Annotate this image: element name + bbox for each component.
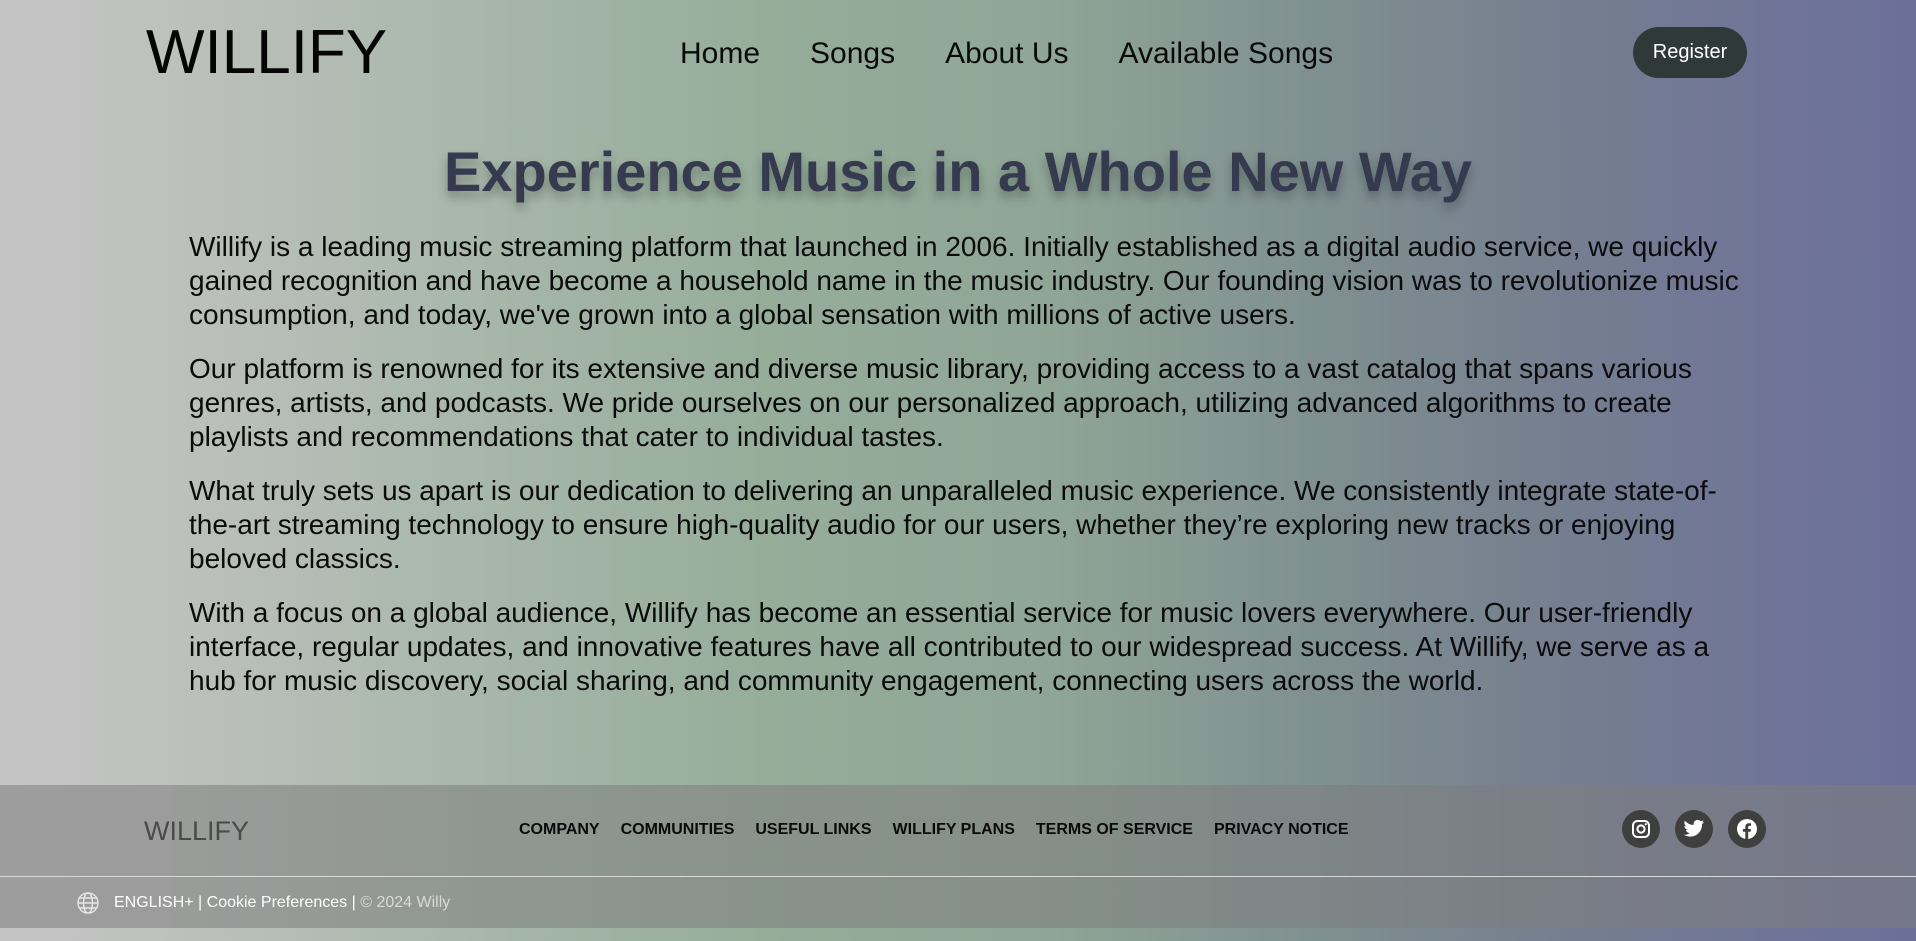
globe-icon[interactable] (76, 891, 100, 915)
paragraph-experience: What truly sets us apart is our dedicati… (189, 475, 1717, 574)
instagram-icon (1632, 820, 1650, 838)
site-logo[interactable]: WILLIFY (146, 18, 387, 88)
about-content: Willify is a leading music streaming pla… (189, 230, 1749, 718)
footer-logo[interactable]: WILLIFY (144, 815, 249, 847)
page-title: Experience Music in a Whole New Way (444, 140, 1472, 203)
cookie-preferences-link[interactable]: Cookie Preferences (207, 894, 348, 911)
site-header: WILLIFY Home Songs About Us Available So… (0, 0, 1916, 106)
separator: | (347, 894, 361, 911)
instagram-button[interactable] (1622, 810, 1660, 848)
paragraph-intro: Willify is a leading music streaming pla… (189, 231, 1739, 330)
site-footer: WILLIFY COMPANY COMMUNITIES USEFUL LINKS… (0, 785, 1916, 928)
twitter-icon (1683, 819, 1705, 837)
nav-home[interactable]: Home (680, 34, 760, 74)
footer-bottom: ENGLISH+ | Cookie Preferences | © 2024 W… (0, 877, 1916, 928)
footer-link-communities[interactable]: COMMUNITIES (621, 820, 735, 840)
nav-about-us[interactable]: About Us (945, 34, 1068, 74)
nav-available-songs[interactable]: Available Songs (1119, 34, 1334, 74)
facebook-button[interactable] (1728, 810, 1766, 848)
nav-songs[interactable]: Songs (810, 34, 895, 74)
paragraph-library: Our platform is renowned for its extensi… (189, 353, 1692, 452)
footer-link-useful-links[interactable]: USEFUL LINKS (755, 820, 871, 840)
main-nav: Home Songs About Us Available Songs (680, 34, 1383, 74)
footer-link-willify-plans[interactable]: WILLIFY PLANS (893, 820, 1015, 840)
footer-link-privacy-notice[interactable]: PRIVACY NOTICE (1214, 820, 1349, 840)
language-selector[interactable]: ENGLISH+ (114, 894, 194, 911)
separator: | (193, 894, 207, 911)
footer-link-terms-of-service[interactable]: TERMS OF SERVICE (1036, 820, 1193, 840)
footer-link-company[interactable]: COMPANY (519, 820, 600, 840)
footer-links: COMPANY COMMUNITIES USEFUL LINKS WILLIFY… (519, 820, 1370, 840)
twitter-button[interactable] (1675, 810, 1713, 848)
copyright-text: © 2024 Willy (360, 894, 451, 911)
social-links (1622, 810, 1781, 848)
facebook-icon (1737, 819, 1757, 839)
footer-legal: ENGLISH+ | Cookie Preferences | © 2024 W… (114, 893, 450, 913)
footer-top: WILLIFY COMPANY COMMUNITIES USEFUL LINKS… (0, 785, 1916, 877)
paragraph-global: With a focus on a global audience, Willi… (189, 597, 1710, 696)
register-button[interactable]: Register (1633, 27, 1747, 78)
